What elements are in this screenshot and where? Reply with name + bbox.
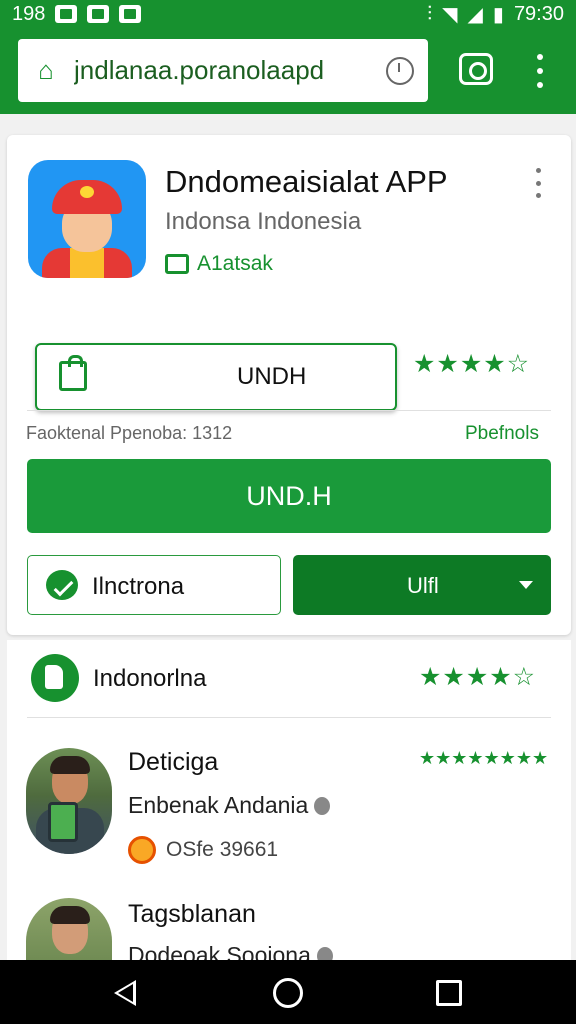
battery-icon: ▮ xyxy=(492,3,504,26)
install-button[interactable]: UNDH xyxy=(35,343,397,411)
app-subtitle: Indonsa Indonesia xyxy=(165,208,362,235)
developer-icon xyxy=(165,254,189,274)
wifi-icon: ◥ xyxy=(442,3,458,26)
notification-icon xyxy=(55,5,78,23)
review-meta-text: OSfe 39661 xyxy=(166,838,279,861)
app-card: Dndomeaisialat APP Indonsa Indonesia A1a… xyxy=(7,135,571,635)
vibrate-icon: ⫶ xyxy=(427,2,433,25)
status-bar: 198 ⫶ ◥ ◢ ▮ 79:30 xyxy=(0,0,576,28)
coin-icon xyxy=(128,836,156,864)
navigation-bar xyxy=(0,960,576,1024)
dropdown-button[interactable]: Ulfl xyxy=(293,555,551,615)
review-subtitle-text: Enbenak Andania xyxy=(128,792,309,818)
url-text: jndlanaa.poranolaapd xyxy=(74,55,325,85)
rating-label: Indonorlna xyxy=(93,665,207,692)
review-item[interactable]: Deticiga Enbenak Andania OSfe 39661 ★★★★… xyxy=(7,748,571,868)
status-left-text: 198 xyxy=(12,2,46,25)
home-circle-icon[interactable] xyxy=(273,978,303,1008)
app-icon xyxy=(28,160,146,278)
review-name: Tagsblanan xyxy=(128,900,256,928)
app-title: Dndomeaisialat APP xyxy=(165,164,448,199)
app-bar: ⌂ jndlanaa.poranolaapd xyxy=(0,28,576,114)
status-time: 79:30 xyxy=(513,2,564,25)
review-subtitle: Enbenak Andania xyxy=(128,792,331,819)
caret-down-icon xyxy=(519,581,533,589)
review-item[interactable]: Tagsblanan Dodeoak Sooiona xyxy=(7,898,571,1004)
meta-right-link[interactable]: Pbefnols xyxy=(465,423,539,445)
camera-icon[interactable] xyxy=(459,53,493,85)
avatar xyxy=(26,748,112,854)
card-more-icon[interactable] xyxy=(534,168,542,198)
chat-icon xyxy=(46,570,78,600)
primary-install-button[interactable]: UND.H xyxy=(27,459,551,533)
signal-icon: ◢ xyxy=(467,3,483,26)
back-icon[interactable] xyxy=(114,980,136,1006)
home-icon[interactable]: ⌂ xyxy=(32,55,60,85)
install-label: UNDH xyxy=(237,363,307,390)
message-button[interactable]: Ilnctrona xyxy=(27,555,281,615)
review-name: Deticiga xyxy=(128,748,219,776)
primary-install-label: UND.H xyxy=(246,480,332,511)
recent-apps-icon[interactable] xyxy=(436,980,462,1006)
url-field[interactable]: ⌂ jndlanaa.poranolaapd xyxy=(18,39,428,102)
rating-stars: ★★★★☆ xyxy=(419,663,537,691)
meta-left: Faoktenal Ppenoba: 1312 xyxy=(26,423,233,443)
notification-icon xyxy=(87,5,110,23)
divider xyxy=(27,717,551,718)
message-label: Ilnctrona xyxy=(92,573,185,600)
shopping-bag-icon xyxy=(59,355,87,391)
more-vert-icon[interactable] xyxy=(530,54,550,88)
divider xyxy=(27,410,551,411)
thumbs-up-icon xyxy=(31,654,79,702)
app-rating-stars: ★★★★☆ xyxy=(413,350,531,378)
verified-icon xyxy=(314,796,331,815)
dropdown-label: Ulfl xyxy=(407,573,439,598)
clock-icon[interactable] xyxy=(386,56,414,85)
developer-link[interactable]: A1atsak xyxy=(165,252,273,276)
review-meta: OSfe 39661 xyxy=(128,836,278,864)
review-stars: ★★★★★★★★ xyxy=(419,748,549,768)
notification-icon xyxy=(119,5,142,23)
reviews-section: Indonorlna ★★★★☆ Deticiga Enbenak Andani… xyxy=(7,640,571,1004)
developer-name: A1atsak xyxy=(197,252,273,275)
